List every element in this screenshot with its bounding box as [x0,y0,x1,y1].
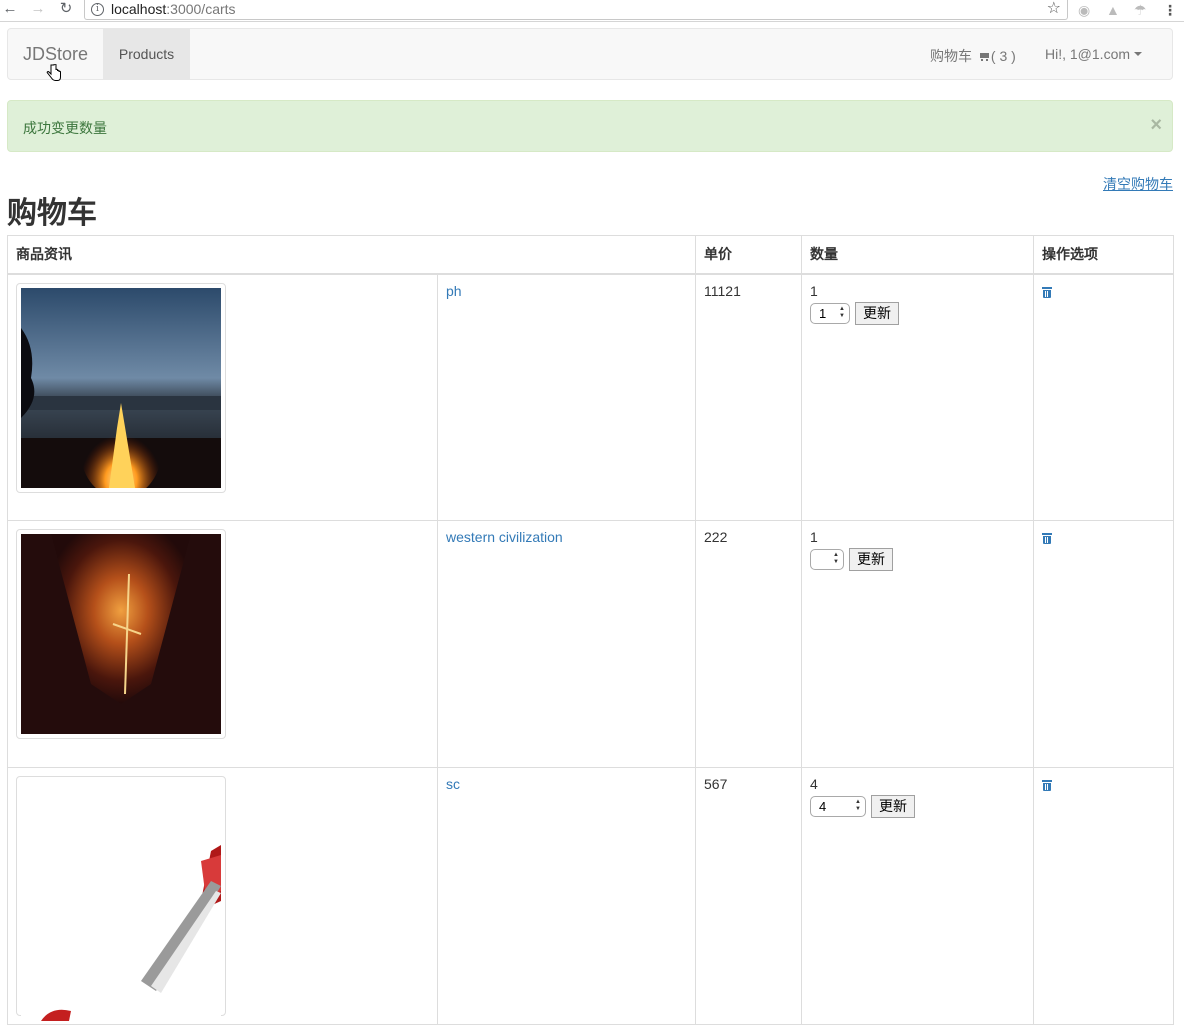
product-name-cell: western civilization [437,520,696,768]
browser-menu-icon[interactable]: ⋮ [1163,1,1177,19]
actions-cell [1033,520,1174,768]
product-thumbnail[interactable] [16,529,226,739]
browser-toolbar: ← → ↻ i localhost:3000/carts ☆ ◉ ▲ ☂ ⋮ [0,0,1184,22]
product-name-link[interactable]: sc [446,776,460,792]
forward-arrow-icon[interactable]: → [28,0,48,20]
product-name-link[interactable]: ph [446,283,462,299]
actions-cell [1033,273,1174,521]
address-bar[interactable]: i localhost:3000/carts ☆ [84,0,1068,20]
product-image-cell [7,273,438,521]
quantity-select[interactable]: ▲ ▼ [810,549,844,570]
campfire-image [21,287,221,488]
quantity-select[interactable]: 1 ▲ ▼ [810,302,850,324]
trash-icon[interactable] [1042,286,1052,298]
page-title: 购物车 [7,197,97,230]
update-button[interactable]: 更新 [871,795,915,818]
update-button[interactable]: 更新 [849,548,893,571]
red-product-image [21,781,221,1021]
actions-cell [1033,767,1174,1025]
nav-cart-link[interactable]: 购物车 ( 3 ) [930,46,1016,66]
alert-message: 成功变更数量 [23,120,107,136]
caret-down-icon [1134,52,1143,56]
trash-icon[interactable] [1042,533,1052,544]
app-navbar: JDStore Products 购物车 ( 3 ) Hi!, 1@1.com [7,28,1173,80]
umbrella-extension-icon[interactable]: ☂ [1134,1,1147,19]
table-row: sc 567 4 4 ▲ ▼ 更新 [7,767,1174,1025]
fox-extension-icon[interactable]: ▲ [1106,1,1120,19]
close-icon[interactable]: × [1150,115,1162,135]
reload-icon[interactable]: ↻ [56,0,76,20]
success-alert: 成功变更数量 × [7,100,1173,152]
shopping-cart-icon [978,52,990,62]
cart-count: ( 3 ) [990,48,1016,64]
user-menu-dropdown[interactable]: Hi!, 1@1.com [1045,46,1143,62]
product-thumbnail[interactable] [16,776,226,1021]
table-header-row: 商品资讯 单价 数量 操作选项 [7,235,1174,275]
quantity-cell: 1 1 ▲ ▼ 更新 [801,273,1034,521]
quantity-cell: 4 4 ▲ ▼ 更新 [801,767,1034,1025]
quantity-value: 4 [810,776,818,792]
header-unit-price: 单价 [695,235,802,275]
user-label: Hi!, 1@1.com [1045,46,1131,62]
quantity-select[interactable]: 4 ▲ ▼ [810,796,866,817]
quantity-cell: 1 ▲ ▼ 更新 [801,520,1034,768]
url-text[interactable]: localhost:3000/carts [111,1,236,17]
product-image-cell [7,767,438,1025]
camera-extension-icon[interactable]: ◉ [1078,1,1090,19]
quantity-value: 1 [810,282,818,299]
hand-pointer-cursor-icon [46,64,61,81]
product-name-link[interactable]: western civilization [446,529,563,545]
product-name-cell: sc [437,767,696,1025]
bookmark-star-icon[interactable]: ☆ [1047,0,1061,18]
update-button[interactable]: 更新 [855,301,899,325]
trash-icon[interactable] [1042,780,1052,791]
cart-table: 商品资讯 单价 数量 操作选项 ph 11121 1 1 ▲ ▼ 更新 west… [7,235,1174,1025]
header-actions: 操作选项 [1033,235,1174,275]
product-image-cell [7,520,438,768]
unit-price-cell: 567 [695,767,802,1025]
product-thumbnail[interactable] [16,282,226,493]
product-name-cell: ph [437,273,696,521]
fire-figure-image [21,534,221,734]
unit-price-cell: 222 [695,520,802,768]
info-icon[interactable]: i [91,3,104,16]
cart-label: 购物车 [930,48,972,64]
table-row: western civilization 222 1 ▲ ▼ 更新 [7,520,1174,768]
unit-price-cell: 11121 [695,273,802,521]
quantity-value: 1 [810,529,818,545]
header-quantity: 数量 [801,235,1034,275]
nav-products-link[interactable]: Products [103,29,190,79]
table-row: ph 11121 1 1 ▲ ▼ 更新 [7,273,1174,521]
brand-link[interactable]: JDStore [23,44,88,65]
clear-cart-link[interactable]: 清空购物车 [1103,174,1173,194]
header-product-info: 商品资讯 [7,235,696,275]
back-arrow-icon[interactable]: ← [0,0,20,20]
